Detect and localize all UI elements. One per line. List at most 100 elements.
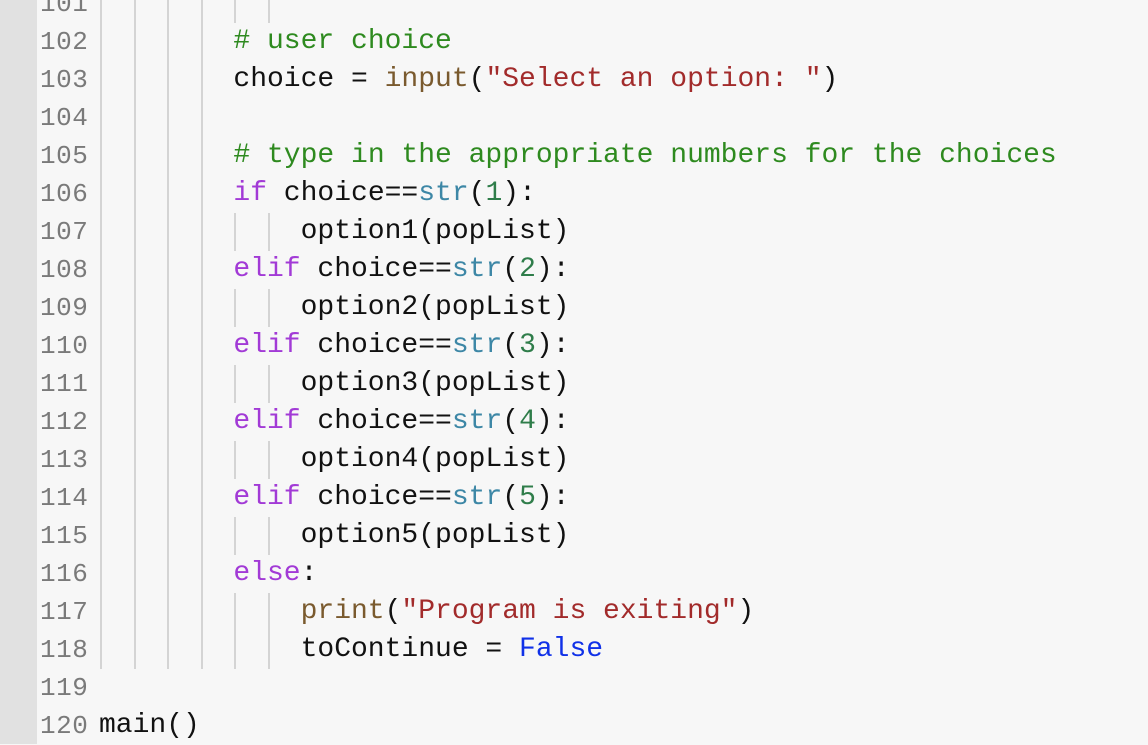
code-line[interactable]: 117 print("Program is exiting") bbox=[37, 593, 1148, 631]
code-line[interactable]: 109 option2(popList) bbox=[37, 289, 1148, 327]
indent-guide bbox=[200, 593, 203, 631]
token-builtin: input bbox=[384, 64, 469, 95]
token-plain: ) bbox=[737, 596, 755, 627]
code-line[interactable]: 108 elif choice==str(2): bbox=[37, 251, 1148, 289]
code-line[interactable]: 113 option4(popList) bbox=[37, 441, 1148, 479]
line-number: 115 bbox=[40, 521, 89, 551]
indent-guide bbox=[268, 593, 270, 631]
code-text: elif choice==str(3): bbox=[233, 327, 569, 365]
token-plain: choice== bbox=[300, 330, 452, 361]
code-line[interactable]: 114 elif choice==str(5): bbox=[37, 479, 1148, 517]
line-number: 104 bbox=[40, 103, 89, 133]
token-plain: choice== bbox=[300, 406, 452, 437]
code-text: # type in the appropriate numbers for th… bbox=[233, 137, 1056, 175]
code-line[interactable]: 110 elif choice==str(3): bbox=[37, 327, 1148, 365]
indent-guide bbox=[133, 631, 136, 669]
code-line[interactable]: 112 elif choice==str(4): bbox=[37, 403, 1148, 441]
indent-guide bbox=[100, 137, 102, 175]
line-number: 120 bbox=[40, 711, 89, 741]
token-type: str bbox=[418, 178, 469, 209]
token-num: 5 bbox=[519, 482, 536, 513]
indent-guide bbox=[268, 213, 270, 251]
indent-guide bbox=[268, 631, 270, 669]
indent-guide bbox=[167, 23, 170, 61]
indent-guide bbox=[200, 365, 203, 403]
code-editor[interactable]: 101 102 # user choice 103 choice = input("Se… bbox=[37, 0, 1148, 745]
token-plain: ): bbox=[502, 178, 536, 209]
token-comment: # user choice bbox=[233, 26, 452, 57]
code-line[interactable]: 102 # user choice bbox=[37, 23, 1148, 61]
indent-guide bbox=[200, 289, 203, 327]
indent-guide bbox=[133, 175, 136, 213]
token-plain: option2(popList) bbox=[300, 292, 570, 323]
code-line[interactable]: 116 else: bbox=[37, 555, 1148, 593]
indent-guide bbox=[100, 479, 102, 517]
token-plain: ( bbox=[468, 64, 486, 95]
indent-guide bbox=[133, 479, 136, 517]
token-const: False bbox=[519, 634, 604, 665]
code-line[interactable]: 111 option3(popList) bbox=[37, 365, 1148, 403]
code-text: option1(popList) bbox=[301, 213, 570, 251]
indent-guide bbox=[167, 213, 170, 251]
indent-guide bbox=[268, 365, 270, 403]
indent-guide bbox=[167, 289, 170, 327]
indent-guide bbox=[133, 61, 136, 99]
indent-guide bbox=[100, 99, 102, 137]
line-number: 105 bbox=[40, 141, 89, 171]
token-keyword: elif bbox=[233, 254, 301, 285]
code-text: option5(popList) bbox=[301, 517, 570, 555]
token-plain: option3(popList) bbox=[300, 368, 570, 399]
indent-guide bbox=[167, 593, 170, 631]
token-plain: ( bbox=[502, 482, 520, 513]
indent-guide bbox=[133, 213, 136, 251]
code-line[interactable]: 115 option5(popList) bbox=[37, 517, 1148, 555]
line-number: 112 bbox=[40, 407, 89, 437]
indent-guide bbox=[200, 555, 203, 593]
indent-guide bbox=[133, 365, 136, 403]
indent-guide bbox=[167, 517, 170, 555]
line-number: 114 bbox=[40, 483, 89, 513]
code-line[interactable]: 120 main() bbox=[37, 707, 1148, 745]
code-text: option3(popList) bbox=[301, 365, 570, 403]
indent-guide bbox=[167, 99, 170, 137]
line-number: 101 bbox=[40, 0, 89, 19]
code-text: elif choice==str(5): bbox=[233, 479, 569, 517]
code-line[interactable]: 107 option1(popList) bbox=[37, 213, 1148, 251]
token-type: str bbox=[451, 482, 503, 513]
token-plain: main() bbox=[99, 710, 200, 741]
token-num: 2 bbox=[519, 254, 536, 285]
code-line[interactable]: 103 choice = input("Select an option: ") bbox=[37, 61, 1148, 99]
code-line[interactable]: 101 bbox=[37, 0, 1148, 23]
indent-guide bbox=[100, 327, 102, 365]
indent-guide bbox=[167, 403, 170, 441]
line-number: 116 bbox=[40, 559, 89, 589]
indent-guide bbox=[234, 0, 237, 23]
indent-guide bbox=[268, 0, 270, 23]
token-str: "Select an option: " bbox=[485, 64, 822, 95]
token-plain: ( bbox=[502, 406, 520, 437]
code-text: elif choice==str(4): bbox=[233, 403, 569, 441]
code-line[interactable]: 119 bbox=[37, 669, 1148, 707]
indent-guide bbox=[167, 555, 170, 593]
token-plain: option1(popList) bbox=[300, 216, 570, 247]
indent-guide bbox=[133, 517, 136, 555]
indent-guide bbox=[100, 365, 102, 403]
code-line[interactable]: 106 if choice==str(1): bbox=[37, 175, 1148, 213]
token-plain: toContinue = bbox=[300, 634, 520, 665]
code-text: choice = input("Select an option: ") bbox=[233, 61, 838, 99]
indent-guide bbox=[167, 327, 170, 365]
code-line[interactable]: 104 bbox=[37, 99, 1148, 137]
indent-guide bbox=[200, 631, 203, 669]
indent-guide bbox=[100, 213, 102, 251]
indent-guide bbox=[167, 0, 170, 23]
indent-guide bbox=[200, 327, 203, 365]
token-keyword: elif bbox=[233, 482, 301, 513]
code-line[interactable]: 105 # type in the appropriate numbers for… bbox=[37, 137, 1148, 175]
token-keyword: else bbox=[233, 558, 301, 589]
indent-guide bbox=[133, 99, 136, 137]
token-str: "Program is exiting" bbox=[401, 596, 738, 627]
token-plain: ): bbox=[535, 482, 570, 513]
code-line[interactable]: 118 toContinue = False bbox=[37, 631, 1148, 669]
line-number: 118 bbox=[40, 635, 89, 665]
token-plain: choice = bbox=[233, 64, 385, 95]
